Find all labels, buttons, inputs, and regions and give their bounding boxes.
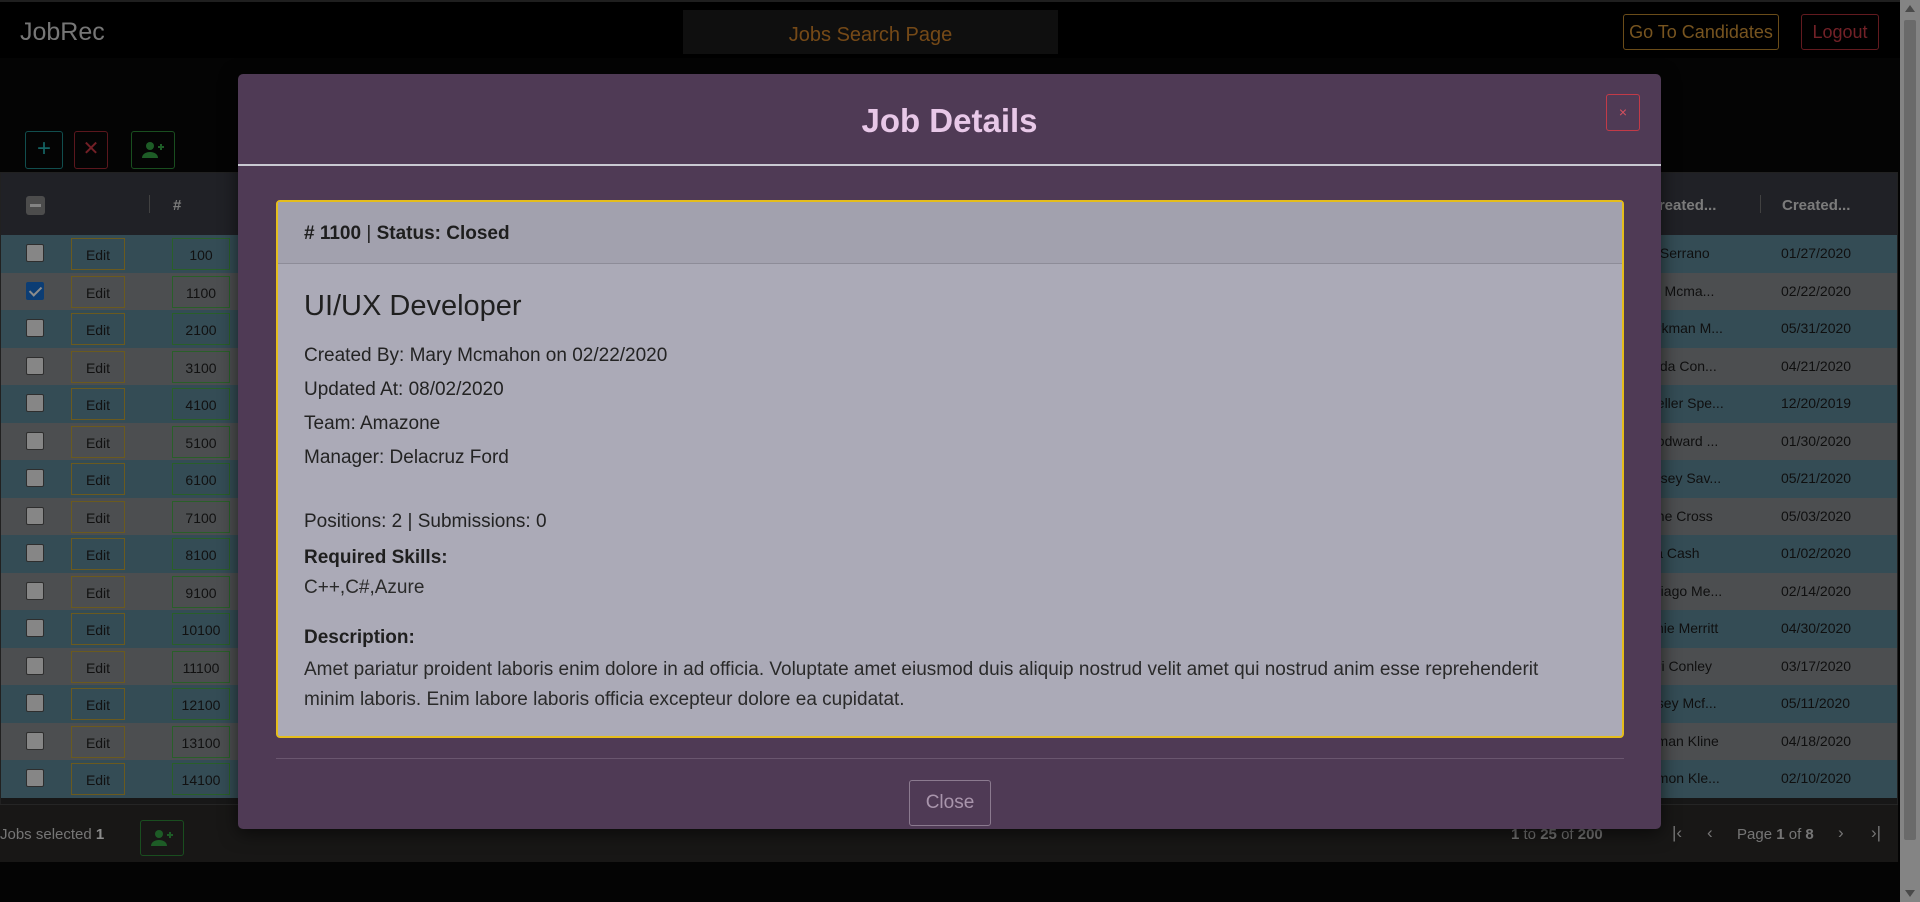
job-card: # 1100 | Status: Closed UI/UX Developer … — [276, 200, 1624, 738]
job-created-by: Created By: Mary Mcmahon on 02/22/2020 — [304, 345, 668, 366]
job-team: Team: Amazone — [304, 413, 441, 434]
job-card-header: # 1100 | Status: Closed — [278, 202, 1622, 264]
description-text: Amet pariatur proident laboris enim dolo… — [304, 659, 1539, 710]
job-positions-submissions: Positions: 2 | Submissions: 0 — [304, 511, 547, 532]
modal-close-x-button[interactable]: × — [1606, 94, 1640, 131]
modal-header: Job Details × — [238, 74, 1661, 166]
modal-footer-divider — [276, 758, 1624, 759]
header-separator: | — [366, 223, 372, 244]
job-updated-at: Updated At: 08/02/2020 — [304, 379, 504, 400]
required-skills-value: C++,C#,Azure — [304, 577, 425, 598]
close-icon: × — [1618, 104, 1628, 120]
required-skills-label: Required Skills: — [304, 547, 448, 568]
job-id: # 1100 — [304, 223, 362, 244]
description-label: Description: — [304, 627, 415, 648]
job-title: UI/UX Developer — [304, 290, 522, 322]
job-details-modal: Job Details × # 1100 | Status: Closed UI… — [238, 74, 1661, 829]
modal-title: Job Details — [861, 102, 1038, 139]
job-manager: Manager: Delacruz Ford — [304, 447, 509, 468]
job-status: Status: Closed — [376, 223, 510, 244]
modal-close-button[interactable]: Close — [909, 780, 991, 826]
